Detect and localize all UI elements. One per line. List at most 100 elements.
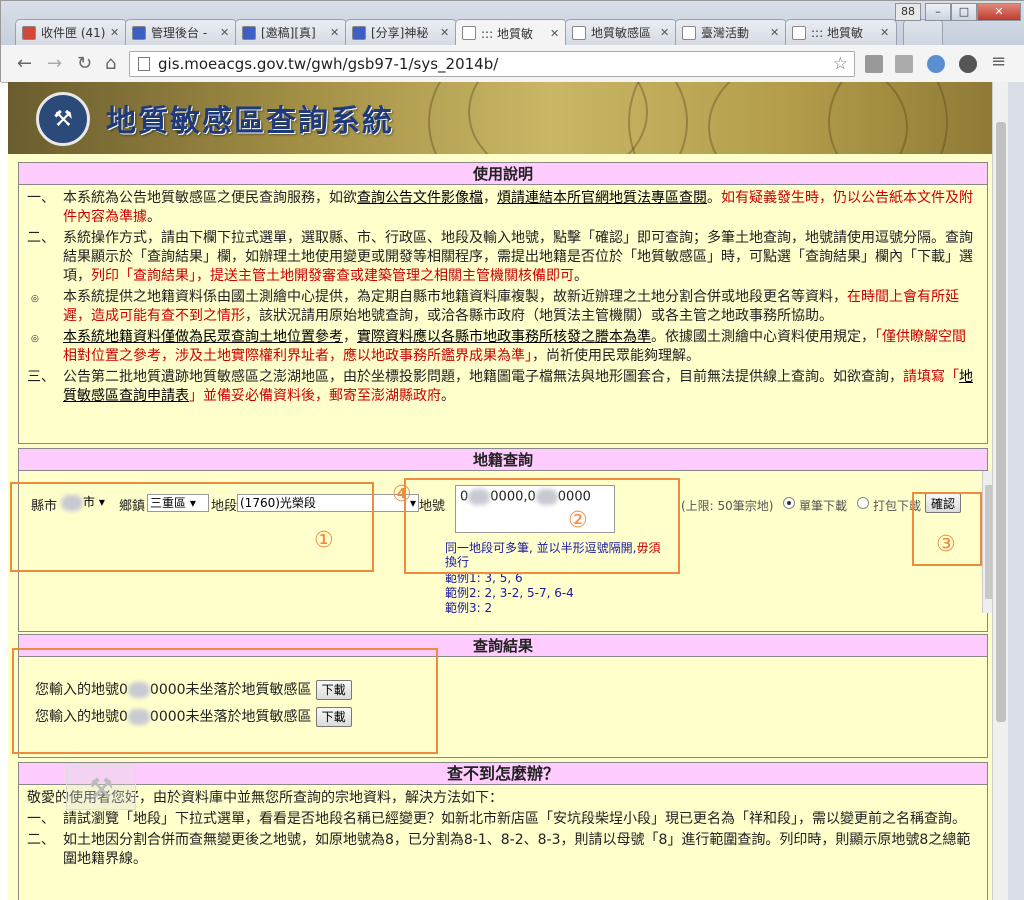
tab-title: [分享]神秘 xyxy=(371,26,429,40)
extension-icon[interactable] xyxy=(959,55,977,73)
usage-text: ， xyxy=(343,329,357,345)
item-number: 三、 xyxy=(27,369,55,385)
item-number: 一、 xyxy=(27,190,55,206)
usage-list: 一、 本系統為公告地質敏感區之便民查詢服務，如欲查詢公告文件影像檔，煩請連結本所官… xyxy=(19,185,987,412)
usage-text: 公告第二批地質遺跡地質敏感區之澎湖地區，由於坐標投影問題，地籍圖電子檔無法與地形… xyxy=(63,369,903,385)
watermark-logo: ⚒ xyxy=(66,766,136,810)
usage-text: 本系統提供之地籍資料係由國土測繪中心提供，為定期自縣市地籍資料庫複製，故新近辦理… xyxy=(63,289,847,305)
browser-tab[interactable]: ::: 地質敏 ✕ xyxy=(455,19,567,46)
tab-close-icon[interactable]: ✕ xyxy=(880,26,890,39)
usage-text: 。 xyxy=(441,388,455,404)
usage-text: 」並備妥必備資料後，郵寄至澎湖縣政府 xyxy=(189,388,441,404)
tab-title: 收件匣 (41) xyxy=(41,26,105,40)
tab-close-icon[interactable]: ✕ xyxy=(440,26,450,39)
browser-tab[interactable]: 收件匣 (41) ✕ xyxy=(15,19,127,45)
forward-icon[interactable]: → xyxy=(47,53,62,74)
back-icon[interactable]: ← xyxy=(17,53,32,74)
new-tab-button[interactable] xyxy=(903,19,943,45)
annotation-3: ③ xyxy=(936,532,956,557)
single-download-radio[interactable] xyxy=(783,497,795,509)
reload-icon[interactable]: ↻ xyxy=(77,53,92,74)
item-text: 本系統為公告地質敏感區之便民查詢服務，如欲查詢公告文件影像檔，煩請連結本所官網地… xyxy=(63,189,979,227)
item-text: 如土地因分割合併而查無變更後之地號，如原地號為8，已分割為8-1、8-2、8-3… xyxy=(63,832,971,867)
tab-close-icon[interactable]: ✕ xyxy=(550,27,560,40)
usage-item: 一、 本系統為公告地質敏感區之便民查詢服務，如欲查詢公告文件影像檔，煩請連結本所官… xyxy=(27,189,979,227)
window-frame xyxy=(1008,82,1024,900)
tab-title: [邀稿][真] xyxy=(261,26,316,40)
usage-text: 本系統為公告地質敏感區之便民查詢服務，如欲 xyxy=(63,190,357,206)
usage-text: 。 xyxy=(574,268,588,284)
minimize-button[interactable]: – xyxy=(925,3,951,21)
usage-item: ◎ 本系統提供之地籍資料係由國土測繪中心提供，為定期自縣市地籍資料庫複製，故新近辦… xyxy=(27,288,979,326)
query-header: 地籍查詢 xyxy=(19,449,987,471)
usage-section: 使用說明 一、 本系統為公告地質敏感區之便民查詢服務，如欲查詢公告文件影像檔，煩請… xyxy=(18,162,988,444)
usage-item: 二、 系統操作方式，請由下欄下拉式選單，選取縣、市、行政區、地段及輸入地號，點擊「… xyxy=(27,229,979,286)
single-download-label: 單筆下載 xyxy=(799,499,848,513)
tab-favicon-icon xyxy=(462,26,476,40)
tab-favicon-icon xyxy=(572,25,586,40)
usage-text: ，該狀況請用原始地號查詢，或洽各縣市政府（地質法主管機關）或各主管之地政事務所協… xyxy=(245,308,833,324)
item-text: 本系統地籍資料僅做為民眾查詢土地位置參考，實際資料應以各縣市地政事務所核發之謄本… xyxy=(63,328,979,366)
close-window-button[interactable]: ✕ xyxy=(977,3,1021,21)
item-number: ◎ xyxy=(31,294,39,304)
maximize-button[interactable]: □ xyxy=(951,3,977,21)
menu-icon[interactable]: ≡ xyxy=(991,51,1006,72)
home-icon[interactable]: ⌂ xyxy=(105,53,116,74)
page-icon xyxy=(138,57,150,71)
extension-icon[interactable] xyxy=(865,55,883,73)
item-number: 二、 xyxy=(27,230,55,246)
browser-tab[interactable]: [邀稿][真] ✕ xyxy=(235,19,347,45)
annotation-4: ④ xyxy=(392,482,412,507)
address-bar[interactable]: gis.moeacgs.gov.tw/gwh/gsb97-1/sys_2014b… xyxy=(129,51,855,77)
tab-favicon-icon xyxy=(242,25,256,40)
browser-tab[interactable]: 臺灣活動 ✕ xyxy=(675,19,787,45)
usage-link[interactable]: 實際資料應以各縣市地政事務所核發之謄本為準 xyxy=(357,329,651,345)
usage-text: 列印「查詢結果」，提送主管土地開發審查或建築管理之相關主管機關核備即可 xyxy=(91,268,574,284)
tab-favicon-icon xyxy=(792,25,806,40)
site-banner: ⚒ 地質敏感區查詢系統 xyxy=(8,82,992,154)
tab-close-icon[interactable]: ✕ xyxy=(220,26,230,39)
query-scrollbar[interactable] xyxy=(982,471,992,613)
extension-icon[interactable] xyxy=(895,55,913,73)
profile-badge[interactable]: 88 xyxy=(895,3,921,21)
example-3: 範例3: 2 xyxy=(445,601,493,615)
bookmark-star-icon[interactable]: ☆ xyxy=(833,52,848,76)
page-content: ⚒ 地質敏感區查詢系統 使用說明 一、 本系統為公告地質敏感區之便民查詢服務，如欲… xyxy=(8,82,992,900)
window-controls: 88 – □ ✕ xyxy=(895,3,1021,21)
extension-icon[interactable] xyxy=(927,55,945,73)
usage-link[interactable]: 查詢公告文件影像檔 xyxy=(357,190,483,206)
browser-tab[interactable]: 管理後台 - ✕ xyxy=(125,19,237,45)
usage-link[interactable]: 本系統地籍資料僅做為民眾查詢土地位置參考 xyxy=(63,329,343,345)
tab-title: 地質敏感區 xyxy=(591,26,652,40)
tab-title: ::: 地質敏 xyxy=(811,26,863,40)
tab-close-icon[interactable]: ✕ xyxy=(660,26,670,39)
browser-tab[interactable]: [分享]神秘 ✕ xyxy=(345,19,457,45)
tab-close-icon[interactable]: ✕ xyxy=(330,26,340,39)
usage-link[interactable]: 煩請連結本所官網地質法專區查閱 xyxy=(497,190,707,206)
item-number: 一、 xyxy=(27,811,55,827)
usage-header: 使用說明 xyxy=(19,163,987,185)
usage-text: 。 xyxy=(147,209,161,225)
usage-item: 三、 公告第二批地質遺跡地質敏感區之澎湖地區，由於坐標投影問題，地籍圖電子檔無法與… xyxy=(27,368,979,406)
limit-note: (上限: 50筆宗地) xyxy=(681,499,774,513)
help-item: 一、 請試瀏覽「地段」下拉式選單，看看是否地段名稱已經變更？如新北市新店區「安坑段… xyxy=(27,810,979,829)
annotation-box-1 xyxy=(10,482,374,572)
usage-text: 請填寫「 xyxy=(903,369,959,385)
browser-tab[interactable]: ::: 地質敏 ✕ xyxy=(785,19,897,45)
url-text: gis.moeacgs.gov.tw/gwh/gsb97-1/sys_2014b… xyxy=(158,55,499,73)
agency-logo: ⚒ xyxy=(36,92,90,146)
help-header: 查不到怎麼辦？ xyxy=(19,763,987,785)
page-scrollbar[interactable] xyxy=(992,82,1008,900)
usage-text: 。依據國土測繪中心資料使用規定， xyxy=(651,329,875,345)
help-item: 二、 如土地因分割合併而查無變更後之地號，如原地號為8，已分割為8-1、8-2、8… xyxy=(27,831,979,869)
item-text: 公告第二批地質遺跡地質敏感區之澎湖地區，由於坐標投影問題，地籍圖電子檔無法與地形… xyxy=(63,368,979,406)
help-section: 查不到怎麼辦？ 敬愛的使用者您好，由於資料庫中並無您所查詢的宗地資料，解決方法如… xyxy=(18,762,988,900)
pack-download-radio[interactable] xyxy=(857,497,869,509)
tab-close-icon[interactable]: ✕ xyxy=(110,26,120,39)
tab-bar: 收件匣 (41) ✕ 管理後台 - ✕ [邀稿][真] ✕ [分享]神秘 ✕::: 地質敏 ✕ 地… xyxy=(1,1,1024,46)
tab-favicon-icon xyxy=(132,25,146,40)
browser-tab[interactable]: 地質敏感區 ✕ xyxy=(565,19,677,45)
item-text: 系統操作方式，請由下欄下拉式選單，選取縣、市、行政區、地段及輸入地號，點擊「確認… xyxy=(63,229,979,286)
tab-close-icon[interactable]: ✕ xyxy=(770,26,780,39)
usage-text: 。 xyxy=(707,190,721,206)
